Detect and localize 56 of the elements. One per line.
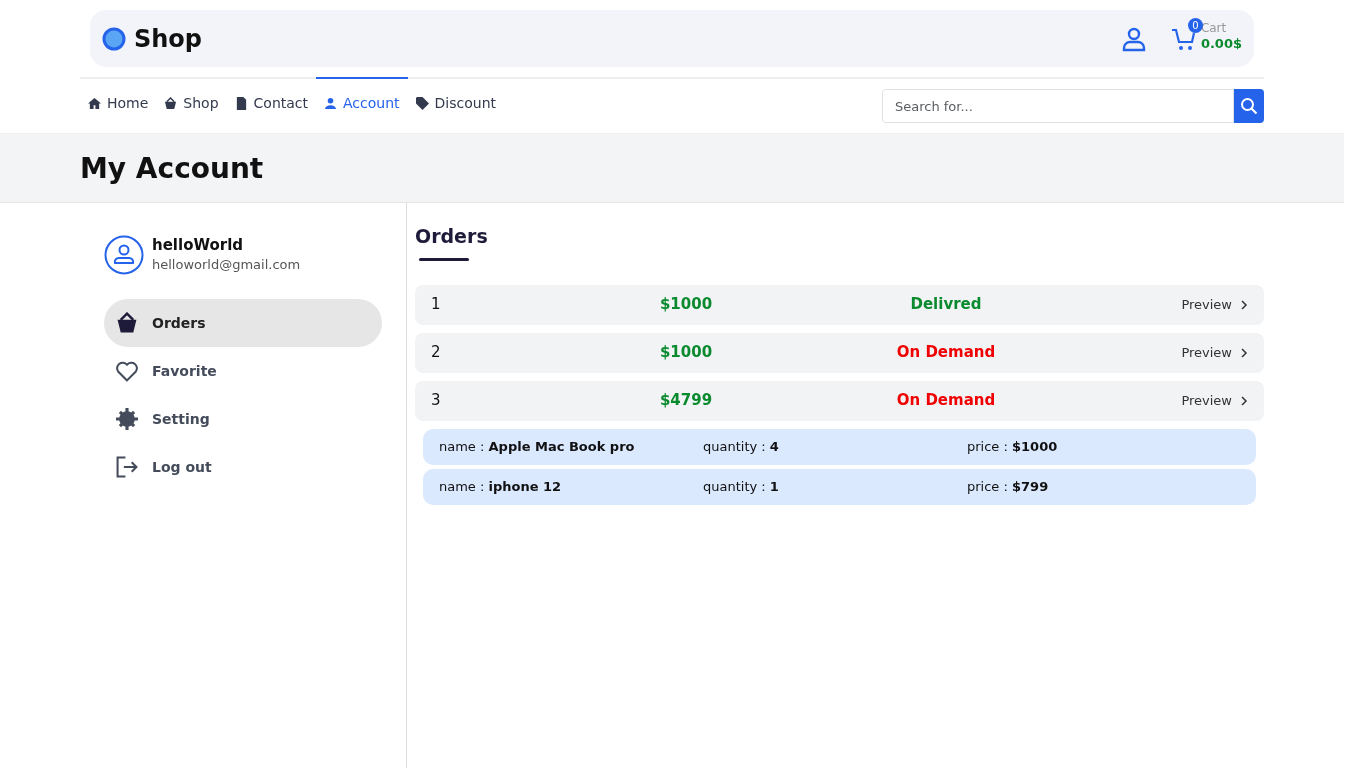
chevron-icon [1240, 299, 1248, 310]
logo-icon [102, 26, 126, 51]
preview-button[interactable]: Preview [1181, 342, 1248, 363]
preview-button[interactable]: Preview [1181, 294, 1248, 315]
tag-icon [415, 96, 429, 110]
sidebar-item[interactable]: Log out [104, 443, 382, 491]
user-name: helloWorld [152, 235, 245, 257]
order-row[interactable]: 2 $1000 On Demand Preview [415, 332, 1264, 373]
basket-icon [116, 312, 138, 334]
search-button[interactable] [1233, 89, 1264, 123]
section-title: Orders [415, 224, 488, 249]
preview-button[interactable]: Preview [1181, 390, 1248, 411]
search-field[interactable]: Search for... [882, 89, 1234, 123]
order-amount: $1000 [658, 342, 714, 364]
user-icon [324, 96, 338, 110]
user-email: helloworld@gmail.com [152, 256, 301, 275]
chevron-icon [1240, 395, 1248, 406]
basket-icon [164, 96, 178, 110]
item-quantity: quantity : 1 [703, 477, 780, 496]
order-status: Delivred [909, 294, 983, 316]
item-price: price : $799 [967, 477, 1050, 496]
sidebar-item[interactable]: Orders [104, 299, 382, 347]
home-icon [88, 96, 101, 110]
document-icon [234, 96, 248, 110]
order-row[interactable]: 1 $1000 Delivred Preview [415, 284, 1264, 325]
search-icon [1239, 97, 1258, 115]
order-status: On Demand [895, 390, 997, 412]
nav-tab[interactable]: Shop [156, 77, 227, 123]
item-name: name : iphone 12 [439, 477, 563, 496]
nav-tab[interactable]: Home [80, 77, 157, 123]
cart-total: 0.00$ [1200, 35, 1242, 53]
sidebar-item[interactable]: Setting [104, 395, 382, 443]
order-number: 2 [431, 342, 442, 364]
avatar-icon [104, 235, 144, 275]
item-price: price : $1000 [967, 437, 1059, 456]
item-quantity: quantity : 4 [703, 437, 780, 456]
order-number: 3 [431, 390, 442, 412]
nav-tab[interactable]: Account [316, 77, 408, 123]
item-name: name : Apple Mac Book pro [439, 437, 636, 456]
order-status: On Demand [895, 342, 997, 364]
settings-icon [116, 408, 138, 430]
order-amount: $1000 [658, 294, 714, 316]
cart-label: Cart [1200, 20, 1228, 36]
cart-count-badge: 0 [1187, 17, 1203, 33]
nav-tab[interactable]: Discount [407, 77, 505, 123]
page-title: My Account [80, 151, 265, 187]
sidebar-item[interactable]: Favorite [104, 347, 382, 395]
logout-icon [116, 456, 138, 478]
chevron-icon [1240, 347, 1248, 358]
nav-tab[interactable]: Contact [226, 77, 317, 123]
order-row[interactable]: 3 $4799 On Demand Preview [415, 380, 1264, 421]
heart-icon [116, 360, 138, 382]
order-amount: $4799 [658, 390, 714, 412]
brand-name[interactable]: Shop [134, 20, 203, 57]
user-icon[interactable] [1120, 25, 1147, 52]
order-number: 1 [431, 294, 442, 316]
